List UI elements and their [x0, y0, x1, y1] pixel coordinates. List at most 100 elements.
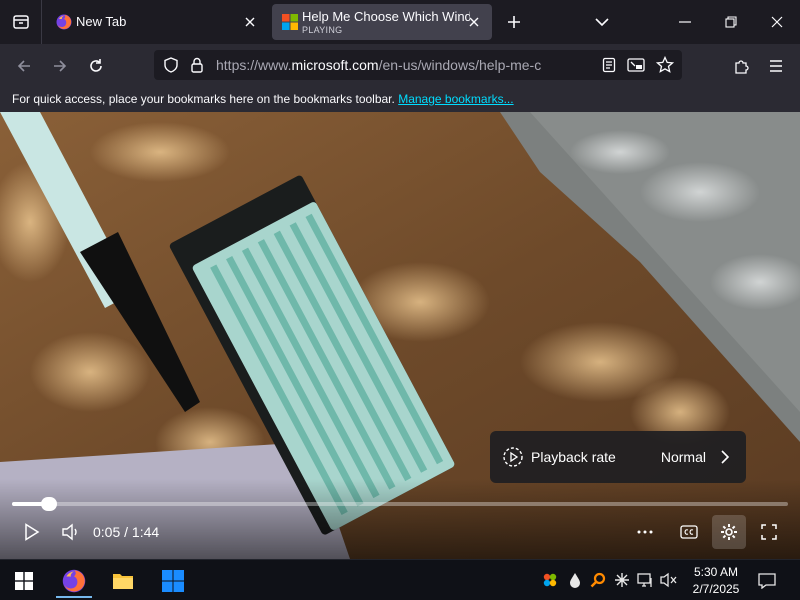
- tab-close-button[interactable]: [464, 12, 484, 32]
- file-explorer-icon: [113, 574, 133, 589]
- bookmark-star-button[interactable]: [656, 56, 674, 74]
- chevron-down-icon: [595, 18, 609, 27]
- address-bar[interactable]: https://www.microsoft.com/en-us/windows/…: [154, 50, 682, 80]
- seek-bar[interactable]: [12, 497, 788, 511]
- magnifier-icon: [590, 572, 606, 588]
- notification-icon: [758, 573, 776, 589]
- video-time: 0:05 / 1:44: [93, 524, 160, 540]
- tab-overview-button[interactable]: [0, 0, 42, 44]
- reload-icon: [90, 59, 102, 72]
- windows-start-icon: [15, 572, 33, 590]
- close-icon: [771, 16, 783, 28]
- url-text[interactable]: https://www.microsoft.com/en-us/windows/…: [216, 57, 542, 73]
- picture-in-picture-button[interactable]: [627, 56, 645, 74]
- more-options-button[interactable]: [630, 517, 660, 547]
- reader-view-button[interactable]: [600, 56, 618, 74]
- volume-muted-icon: [660, 572, 677, 588]
- play-icon: [25, 523, 40, 541]
- firefox-icon: [56, 14, 72, 30]
- taskbar-clock[interactable]: 5:30 AM 2/7/2025: [686, 564, 746, 598]
- minimize-button[interactable]: [662, 0, 708, 44]
- tray-network-icon[interactable]: [637, 571, 655, 589]
- tab-close-button[interactable]: [240, 12, 260, 32]
- captions-button[interactable]: [674, 517, 704, 547]
- tab-playing-label: PLAYING: [302, 25, 343, 35]
- volume-button[interactable]: [56, 517, 86, 547]
- playback-rate-menu[interactable]: Playback rate Normal: [490, 431, 746, 483]
- reload-button[interactable]: [82, 52, 110, 80]
- settings-button[interactable]: [712, 515, 746, 549]
- restore-button[interactable]: [708, 0, 754, 44]
- hamburger-menu-icon: [770, 60, 782, 72]
- volume-icon: [62, 523, 77, 541]
- url-path: /en-us/windows/help-me-choose?: [378, 57, 542, 73]
- restore-icon: [725, 16, 737, 28]
- tabs-overview-icon: [12, 15, 29, 29]
- taskbar-firefox[interactable]: [54, 564, 94, 598]
- fullscreen-button[interactable]: [754, 517, 784, 547]
- tracking-protection-icon[interactable]: [162, 56, 180, 74]
- shield-icon: [164, 57, 178, 73]
- bookmarks-empty-message: For quick access, place your bookmarks h…: [12, 92, 514, 106]
- tray-sparkle-icon[interactable]: [613, 571, 631, 589]
- playback-speed-icon: [503, 447, 523, 467]
- tab-title: New Tab: [76, 14, 127, 29]
- taskbar-windows-app[interactable]: [153, 564, 193, 598]
- more-horizontal-icon: [637, 530, 653, 534]
- microsoft-logo-icon: [282, 14, 298, 30]
- taskbar-file-explorer[interactable]: [103, 564, 143, 598]
- reader-view-icon: [602, 57, 616, 73]
- fullscreen-icon: [761, 524, 777, 540]
- network-icon: [637, 573, 652, 587]
- clock-date: 2/7/2025: [692, 582, 740, 596]
- chevron-right-icon: [721, 450, 730, 464]
- lock-icon: [191, 57, 203, 73]
- windows-app-icon: [162, 570, 184, 592]
- clock-time: 5:30 AM: [693, 565, 739, 579]
- close-window-button[interactable]: [754, 0, 800, 44]
- picture-in-picture-icon: [627, 58, 645, 72]
- playback-rate-value: Normal: [660, 449, 706, 465]
- closed-captions-icon: [680, 525, 698, 539]
- asterisk-icon: [615, 573, 629, 587]
- arrow-right-icon: [54, 60, 67, 72]
- arrow-left-icon: [17, 60, 30, 72]
- close-icon: [245, 17, 255, 27]
- tray-app-icon[interactable]: [541, 571, 559, 589]
- gear-icon: [721, 524, 737, 540]
- firefox-icon: [62, 569, 86, 593]
- notification-center-button[interactable]: [752, 566, 782, 596]
- bookmarks-toolbar: For quick access, place your bookmarks h…: [0, 86, 800, 112]
- manage-bookmarks-link[interactable]: Manage bookmarks...: [398, 92, 513, 106]
- tray-volume-icon[interactable]: [660, 571, 678, 589]
- puzzle-icon: [735, 60, 749, 74]
- video-player[interactable]: Playback rate Normal 0:05 / 1:44: [0, 112, 800, 559]
- app-menu-button[interactable]: [762, 52, 790, 80]
- navigation-toolbar: https://www.microsoft.com/en-us/windows/…: [0, 44, 800, 86]
- extensions-button[interactable]: [727, 52, 755, 80]
- tray-drop-icon[interactable]: [566, 571, 584, 589]
- playback-rate-label: Playback rate: [531, 449, 616, 465]
- tab-new-tab[interactable]: New Tab: [46, 4, 268, 40]
- seek-bar-thumb[interactable]: [41, 497, 58, 511]
- bookmarks-message-text: For quick access, place your bookmarks h…: [12, 92, 395, 106]
- forward-button[interactable]: [46, 52, 74, 80]
- list-all-tabs-button[interactable]: [590, 10, 614, 34]
- tab-help-me-choose[interactable]: Help Me Choose Which Windows PLAYING: [272, 4, 492, 40]
- tray-search-tool-icon[interactable]: [589, 571, 607, 589]
- site-security-icon[interactable]: [188, 56, 206, 74]
- back-button[interactable]: [10, 52, 38, 80]
- plus-icon: [508, 16, 520, 28]
- tab-title: Help Me Choose Which Windows: [302, 9, 470, 24]
- close-icon: [469, 17, 479, 27]
- windows-taskbar: 5:30 AM 2/7/2025: [0, 559, 800, 600]
- url-prefix: https://www.: [216, 57, 292, 73]
- start-button[interactable]: [4, 564, 44, 598]
- play-button[interactable]: [17, 517, 47, 547]
- tab-strip: New Tab Help Me Choose Which Windows PLA…: [0, 0, 800, 44]
- minimize-icon: [679, 21, 691, 23]
- colorful-app-icon: [543, 573, 557, 587]
- water-drop-icon: [570, 573, 580, 588]
- star-icon: [656, 56, 674, 73]
- new-tab-button[interactable]: [502, 10, 526, 34]
